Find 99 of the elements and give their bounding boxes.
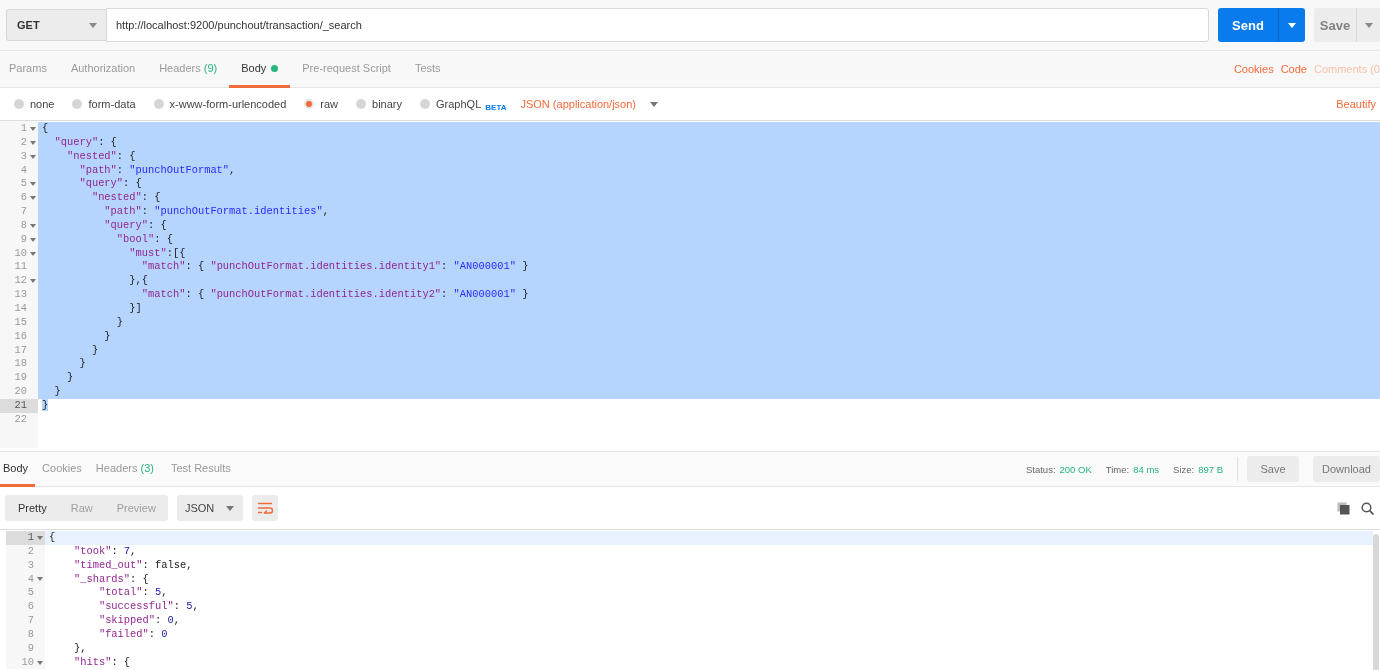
tab[interactable]: Headers (3) xyxy=(88,452,161,487)
status-value: 897 B xyxy=(1198,463,1223,475)
radio-button[interactable] xyxy=(14,99,24,109)
caret-icon[interactable] xyxy=(29,223,36,228)
caret-icon xyxy=(89,22,97,28)
beta-label: BETA xyxy=(485,102,507,112)
link[interactable]: Cookies xyxy=(1233,63,1274,75)
status-label: Time: xyxy=(1105,463,1130,475)
link[interactable]: Code xyxy=(1280,63,1307,75)
radio-label[interactable]: binary xyxy=(372,98,403,110)
code-line: } xyxy=(53,385,61,398)
caret-icon[interactable] xyxy=(29,182,36,187)
code-line: "path": "punchOutFormat.identities", xyxy=(103,205,329,218)
radio-button[interactable] xyxy=(420,99,431,109)
radio-button[interactable] xyxy=(356,99,367,109)
tab[interactable]: Pre-request Script xyxy=(290,51,403,88)
code-line: "took": 7, xyxy=(72,544,137,557)
code-line: "path": "punchOutFormat", xyxy=(78,163,236,176)
code-line: "failed": 0 xyxy=(97,627,168,640)
caret-icon xyxy=(1288,22,1296,28)
radio-button[interactable] xyxy=(72,99,83,109)
view-mode-button[interactable]: Pretty xyxy=(5,495,59,521)
view-mode-button[interactable]: Preview xyxy=(104,495,168,521)
beautify-link[interactable]: Beautify xyxy=(1336,98,1376,110)
code-line: "query": { xyxy=(78,177,142,190)
caret-icon[interactable] xyxy=(29,154,36,159)
radio-label[interactable]: GraphQL xyxy=(436,98,482,110)
caret-icon[interactable] xyxy=(29,251,36,256)
code-line: "bool": { xyxy=(115,232,173,245)
code-line: } xyxy=(90,343,99,356)
caret-icon[interactable] xyxy=(36,577,43,582)
caret-icon[interactable] xyxy=(36,535,43,540)
code-line: } xyxy=(78,357,86,370)
tab[interactable]: Params xyxy=(0,51,59,88)
code-line: } xyxy=(115,315,124,328)
code-line: }, xyxy=(72,641,87,654)
code-line: "skipped": 0, xyxy=(97,614,180,627)
tab[interactable]: Headers (9) xyxy=(147,51,230,88)
view-mode-button[interactable]: Raw xyxy=(58,495,105,521)
caret-icon[interactable] xyxy=(29,126,36,131)
code-line: { xyxy=(42,122,49,134)
line-number: 6 xyxy=(6,600,45,615)
caret-icon xyxy=(1364,22,1373,28)
line-number: 1 xyxy=(6,531,45,545)
caret-icon xyxy=(650,101,659,107)
code-line: } xyxy=(65,371,74,384)
code-line: } xyxy=(103,329,111,342)
url-field[interactable]: http://localhost:9200/punchout/transaction/_search xyxy=(106,8,1209,42)
code-line: "query": { xyxy=(53,135,117,148)
caret-icon[interactable] xyxy=(29,196,36,201)
tab[interactable]: Tests xyxy=(402,51,453,88)
save-button[interactable]: Save xyxy=(1247,456,1299,482)
tab[interactable]: Cookies xyxy=(35,452,89,487)
tab[interactable]: Test Results xyxy=(160,452,238,487)
wrap-lines-button[interactable] xyxy=(252,495,279,521)
download-button[interactable]: Download xyxy=(1313,456,1380,482)
scrollbar[interactable] xyxy=(1373,534,1379,670)
radio-label[interactable]: x-www-form-urlencoded xyxy=(169,98,287,110)
code-line: "match": { "punchOutFormat.identities.identity1": "AN000001" } xyxy=(140,260,529,273)
status-label: Status: xyxy=(1025,463,1056,475)
code-line: "nested": { xyxy=(90,191,161,204)
search-icon xyxy=(1361,501,1374,515)
radio-button[interactable] xyxy=(304,99,315,109)
radio-button[interactable] xyxy=(153,99,164,109)
save-button[interactable]: Save xyxy=(1314,8,1356,42)
line-number: 7 xyxy=(6,614,45,628)
content-type-dropdown[interactable]: JSON (application/json) xyxy=(520,98,659,110)
caret-icon[interactable] xyxy=(29,140,36,145)
code-line: "timed_out": false, xyxy=(72,558,193,571)
status-label: Size: xyxy=(1173,463,1195,475)
code-line: { xyxy=(49,531,56,543)
code-line: "nested": { xyxy=(65,149,136,162)
radio-label[interactable]: raw xyxy=(320,98,339,110)
status-value: 84 ms xyxy=(1133,463,1160,475)
code-line: "_shards": { xyxy=(72,572,149,585)
code-line: "hits": { xyxy=(72,655,131,668)
method-dropdown[interactable]: GET xyxy=(6,9,106,41)
code-line: },{ xyxy=(128,274,148,287)
code-line: "total": 5, xyxy=(97,586,168,599)
save-options-button[interactable] xyxy=(1356,8,1380,42)
code-line: "must":[{ xyxy=(128,246,186,259)
send-options-button[interactable] xyxy=(1278,8,1305,42)
format-dropdown[interactable]: JSON xyxy=(176,495,244,521)
send-button[interactable]: Send xyxy=(1218,8,1278,42)
caret-icon[interactable] xyxy=(29,279,36,284)
code-line: }] xyxy=(128,301,142,314)
copy-icon xyxy=(1337,501,1350,515)
wrap-lines-icon xyxy=(257,502,274,514)
caret-icon xyxy=(226,505,235,511)
code-line: "query": { xyxy=(103,218,167,231)
caret-icon[interactable] xyxy=(29,237,36,242)
code-line: "match": { "punchOutFormat.identities.identity2": "AN000001" } xyxy=(140,288,529,301)
caret-icon[interactable] xyxy=(36,660,43,665)
line-number: 5 xyxy=(6,586,45,601)
tab[interactable]: Authorization xyxy=(58,51,148,88)
code-line: "successful": 5, xyxy=(97,600,199,613)
radio-label[interactable]: none xyxy=(30,98,55,110)
status-value: 200 OK xyxy=(1059,463,1092,475)
radio-label[interactable]: form-data xyxy=(88,98,136,110)
